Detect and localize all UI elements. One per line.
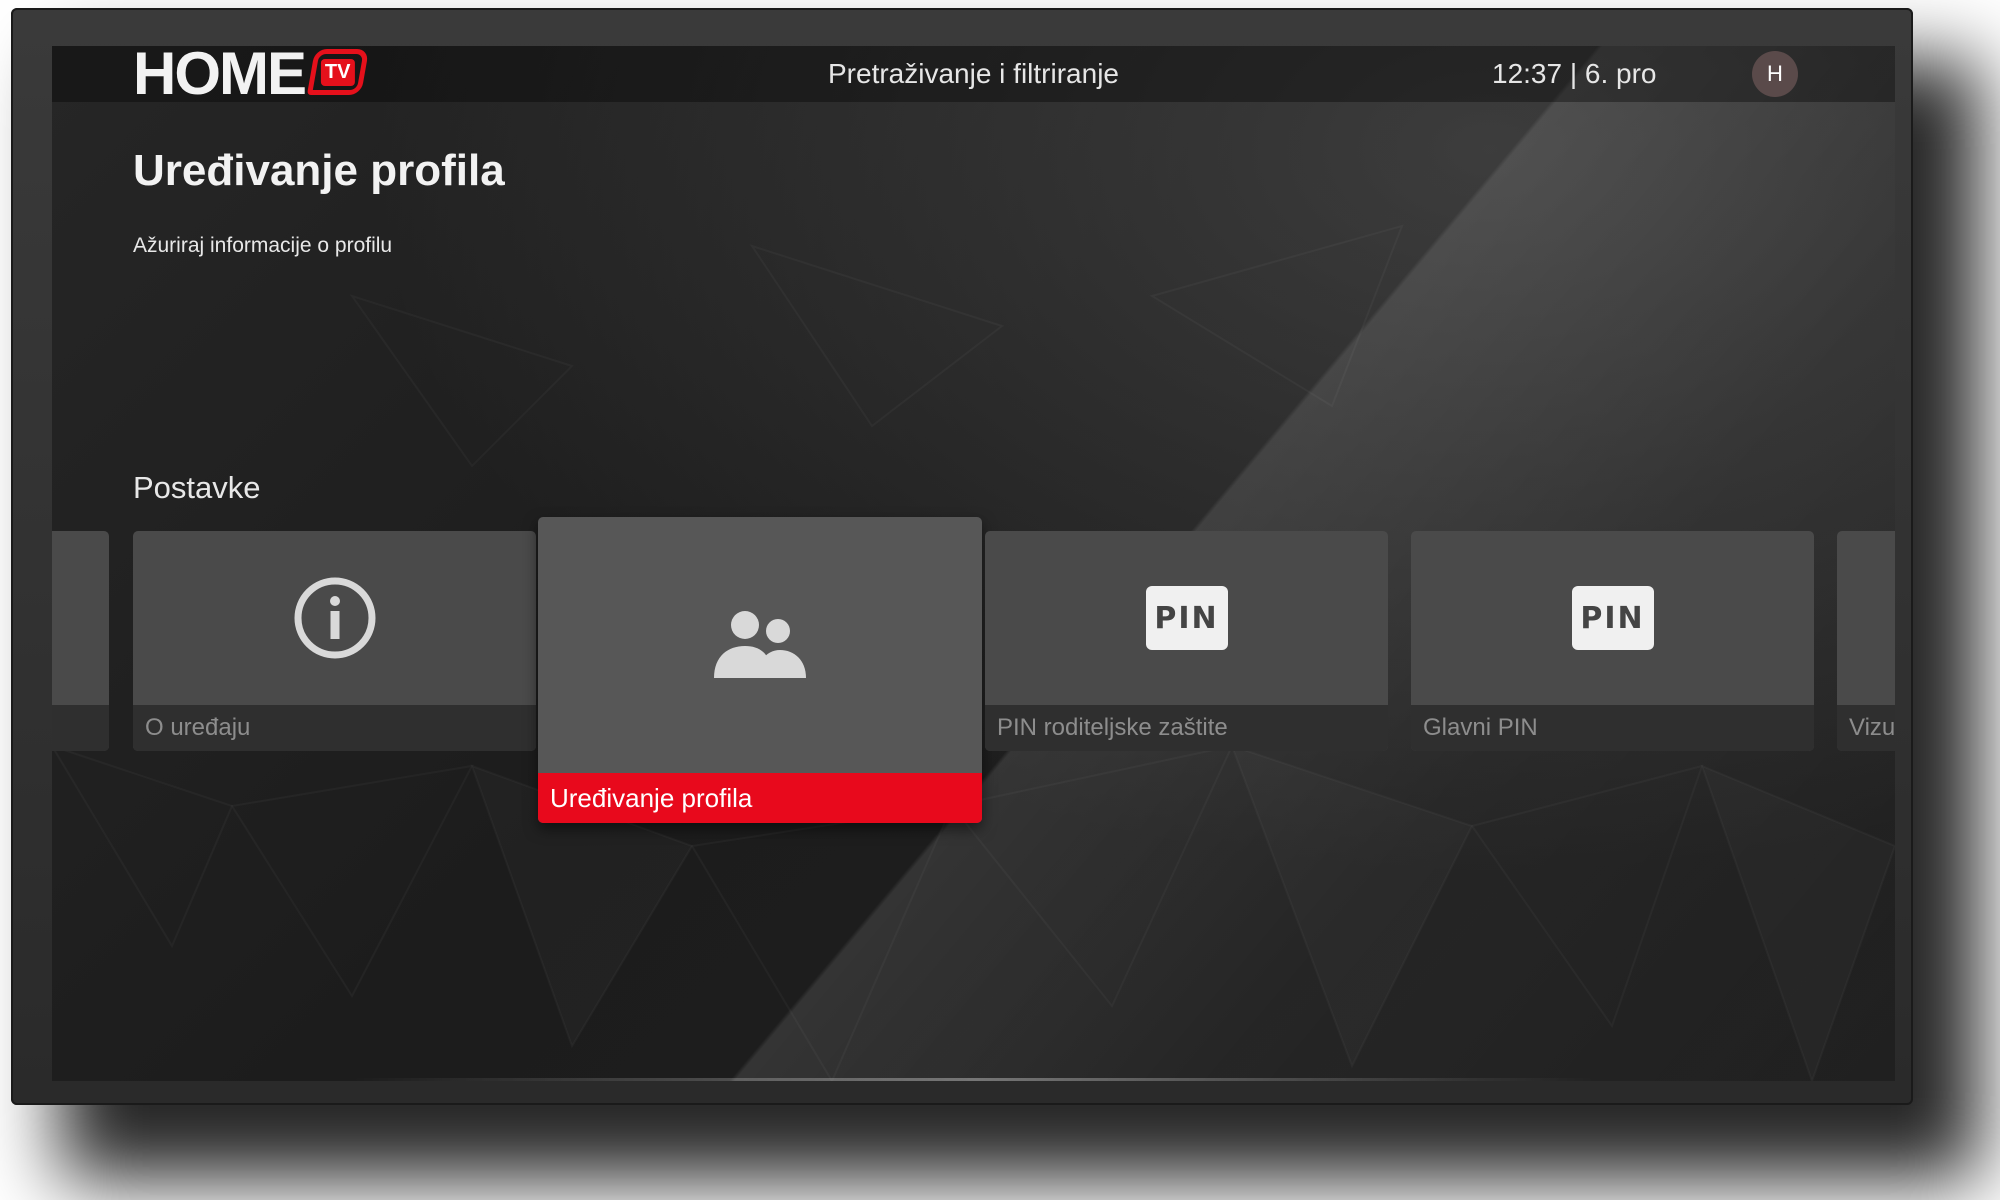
info-icon: [294, 577, 375, 659]
card-icon-area: [52, 531, 109, 705]
card-icon-area: [133, 531, 536, 705]
card-icon-area: [538, 517, 982, 773]
screen-bottom-edge: [352, 1078, 1595, 1081]
people-icon: [714, 611, 806, 678]
card-label-area: Vizu: [1837, 705, 1895, 751]
card-label: Vizu: [1849, 714, 1895, 741]
card-label-area: PIN roditeljske zaštite: [985, 705, 1388, 751]
card-label-area: Glavni PIN: [1411, 705, 1814, 751]
card-label: O uređaju: [145, 714, 251, 741]
card-label: Uređivanje profila: [550, 783, 753, 813]
card-icon-area: PIN: [985, 531, 1388, 705]
pin-icon: PIN: [1571, 586, 1654, 650]
card-icon-area: PIN: [1411, 531, 1814, 705]
card-label-area: Uređivanje profila: [538, 773, 982, 823]
tv-screen: HOME TV Pretraživanje i filtriranje 12:3…: [52, 46, 1895, 1081]
settings-card-partial-left[interactable]: [52, 531, 109, 751]
pin-icon: PIN: [1145, 586, 1228, 650]
settings-card-parental-pin[interactable]: PIN PIN roditeljske zaštite: [985, 531, 1388, 751]
settings-card-edit-profile[interactable]: Uređivanje profila: [538, 517, 982, 823]
settings-card-partial-right[interactable]: Vizu: [1837, 531, 1895, 751]
settings-card-master-pin[interactable]: PIN Glavni PIN: [1411, 531, 1814, 751]
card-label: PIN roditeljske zaštite: [997, 714, 1228, 741]
card-label: Glavni PIN: [1423, 714, 1538, 741]
tv-frame: HOME TV Pretraživanje i filtriranje 12:3…: [11, 8, 1913, 1105]
card-icon-area: [1837, 531, 1895, 705]
card-label-area: [52, 705, 109, 751]
card-label-area: O uređaju: [133, 705, 536, 751]
settings-row: O uređaju Uređivanje profila PIN PIN rod…: [52, 46, 1895, 1081]
settings-card-about-device[interactable]: O uređaju: [133, 531, 536, 751]
